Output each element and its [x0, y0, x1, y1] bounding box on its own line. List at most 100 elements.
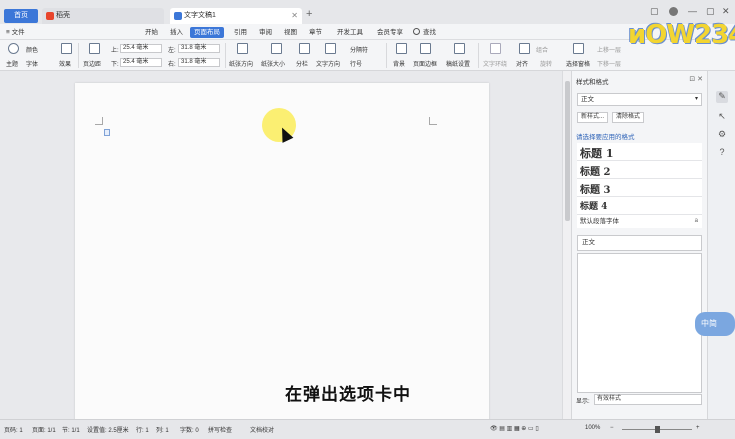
close-window-icon[interactable]: ✕ — [722, 6, 730, 17]
text-direction-button[interactable]: 文字方向 — [316, 59, 340, 68]
paper-setup-icon[interactable] — [454, 43, 465, 54]
status-col: 列: 1 — [156, 428, 169, 434]
selection-pane-icon[interactable] — [573, 43, 584, 54]
page-border-icon[interactable] — [420, 43, 431, 54]
proofread-button[interactable]: 文档校对 — [250, 425, 274, 434]
view-icons[interactable]: 👁 ▤ ▥ ▦ ⊕ ▭ ▯ — [490, 425, 539, 432]
effects-icon[interactable] — [61, 43, 72, 54]
status-bar: 页码: 1 页面: 1/1 节: 1/1 设置值: 2.5厘米 行: 1 列: … — [0, 419, 735, 439]
tab-home[interactable]: 首页 — [4, 9, 38, 23]
menu-review[interactable]: 审阅 — [259, 27, 272, 38]
zoom-out-icon[interactable]: − — [610, 425, 614, 431]
vertical-scrollbar[interactable] — [562, 71, 571, 419]
orientation-button[interactable]: 纸张方向 — [229, 59, 253, 68]
menu-chapter[interactable]: 章节 — [309, 27, 322, 38]
spell-check-button[interactable]: 拼写检查 — [208, 425, 232, 434]
panel-controls[interactable]: ⊡ ✕ — [689, 75, 703, 83]
fonts-button[interactable]: 字体 — [26, 59, 38, 68]
left-margin-input[interactable]: 31.8 毫米 — [178, 44, 220, 53]
orientation-icon[interactable] — [237, 43, 248, 54]
video-subtitle: 在弹出选项卡中 — [285, 385, 411, 404]
show-filter-select[interactable]: 有效样式 — [594, 394, 702, 405]
separator — [386, 43, 387, 68]
avatar[interactable] — [669, 7, 678, 16]
menu-dev-tools[interactable]: 开发工具 — [337, 27, 363, 38]
menu-reference[interactable]: 引用 — [234, 27, 247, 38]
separator — [78, 43, 79, 68]
line-number-button[interactable]: 行号 — [350, 59, 362, 68]
background-icon[interactable] — [396, 43, 407, 54]
text-direction-icon[interactable] — [325, 43, 336, 54]
panel-title: 样式和格式 — [576, 79, 609, 86]
menu-insert[interactable]: 插入 — [170, 27, 183, 38]
style-default-font[interactable]: 默认段落字体 a — [577, 215, 702, 228]
style-heading-4[interactable]: 标题 4 ↵ — [577, 197, 702, 215]
styles-panel: 样式和格式 ⊡ ✕ 正文 ▾ 新样式... 清除格式 请选择要应用的格式 标题 … — [571, 71, 707, 419]
window-icon[interactable]: ▢ — [650, 6, 659, 17]
scrollbar-thumb[interactable] — [565, 81, 570, 221]
align-button[interactable]: 对齐 — [516, 59, 528, 68]
top-margin-input[interactable]: 25.4 毫米 — [120, 44, 162, 53]
paper-size-icon[interactable] — [271, 43, 282, 54]
margins-button[interactable]: 页边距 — [83, 59, 101, 68]
selection-pane-button[interactable]: 选择窗格 — [566, 59, 590, 68]
bottom-margin-label: 下: — [111, 62, 119, 68]
page-border-button[interactable]: 页面边框 — [413, 59, 437, 68]
columns-button[interactable]: 分栏 — [296, 59, 308, 68]
bring-forward-button[interactable]: 上移一层 — [597, 45, 621, 54]
text-wrap-icon[interactable] — [490, 43, 501, 54]
send-backward-button[interactable]: 下移一层 — [597, 59, 621, 68]
menu-start[interactable]: 开始 — [145, 27, 158, 38]
tab-docer[interactable]: 稻壳 — [42, 8, 164, 24]
bottom-margin-input[interactable]: 25.4 毫米 — [120, 58, 162, 67]
current-style-select[interactable]: 正文 ▾ — [577, 93, 702, 106]
clear-format-button[interactable]: 清除格式 — [612, 112, 645, 123]
margins-icon[interactable] — [89, 43, 100, 54]
close-tab-icon[interactable]: ✕ — [291, 8, 298, 24]
zoom-in-icon[interactable]: + — [696, 425, 700, 431]
effects-button[interactable]: 效果 — [59, 59, 71, 68]
margin-corner-tl — [95, 117, 103, 125]
tab-label: 稻壳 — [56, 12, 70, 19]
text-wrap-button[interactable]: 文字环绕 — [483, 59, 507, 68]
group-button[interactable]: 组合 — [536, 45, 548, 54]
menu-member[interactable]: 会员专享 — [377, 27, 403, 38]
paper-setup-button[interactable]: 稿纸设置 — [446, 59, 470, 68]
theme-button[interactable]: 主题 — [6, 59, 18, 68]
colors-button[interactable]: 颜色 — [26, 45, 38, 54]
style-body[interactable]: 正文 — [577, 235, 702, 251]
style-label: 默认段落字体 — [580, 218, 619, 225]
search-button[interactable]: 查找 — [413, 27, 436, 38]
help-icon[interactable]: ? — [716, 147, 728, 159]
tab-document[interactable]: 文字文稿1 ✕ — [170, 8, 302, 24]
style-heading-2[interactable]: 标题 2 ↵ — [577, 161, 702, 179]
search-label: 查找 — [423, 29, 436, 36]
breaks-button[interactable]: 分隔符 — [350, 45, 368, 54]
paper-size-button[interactable]: 纸张大小 — [261, 59, 285, 68]
new-tab-button[interactable]: + — [306, 8, 312, 20]
theme-icon[interactable] — [8, 43, 19, 54]
menu-page-layout[interactable]: 页面布局 — [190, 27, 224, 38]
ime-bubble: 中简 — [695, 312, 735, 336]
enter-icon: ↵ — [580, 148, 586, 154]
zoom-slider-handle[interactable] — [655, 426, 660, 433]
title-bar: 首页 稻壳 文字文稿1 ✕ + ▢ — ▢ ✕ — [0, 0, 735, 24]
style-heading-3[interactable]: 标题 3 ↵ — [577, 179, 702, 197]
enter-icon: ↵ — [580, 184, 586, 190]
style-heading-1[interactable]: 标题 1 ↵ — [577, 143, 702, 161]
right-margin-input[interactable]: 31.8 毫米 — [178, 58, 220, 67]
columns-icon[interactable] — [299, 43, 310, 54]
settings-icon[interactable]: ⚙ — [716, 129, 728, 141]
document-area — [0, 71, 561, 423]
new-style-button[interactable]: 新样式... — [577, 112, 609, 123]
align-icon[interactable] — [519, 43, 530, 54]
minimize-icon[interactable]: — — [688, 6, 697, 16]
file-menu[interactable]: ≡ 文件 — [6, 27, 25, 38]
rotate-button[interactable]: 旋转 — [540, 59, 552, 68]
menu-view[interactable]: 视图 — [284, 27, 297, 38]
style-pen-icon[interactable]: ✎ — [716, 91, 728, 103]
select-icon[interactable]: ↖ — [716, 111, 728, 123]
background-button[interactable]: 背景 — [393, 59, 405, 68]
separator — [478, 43, 479, 68]
maximize-icon[interactable]: ▢ — [706, 6, 715, 17]
